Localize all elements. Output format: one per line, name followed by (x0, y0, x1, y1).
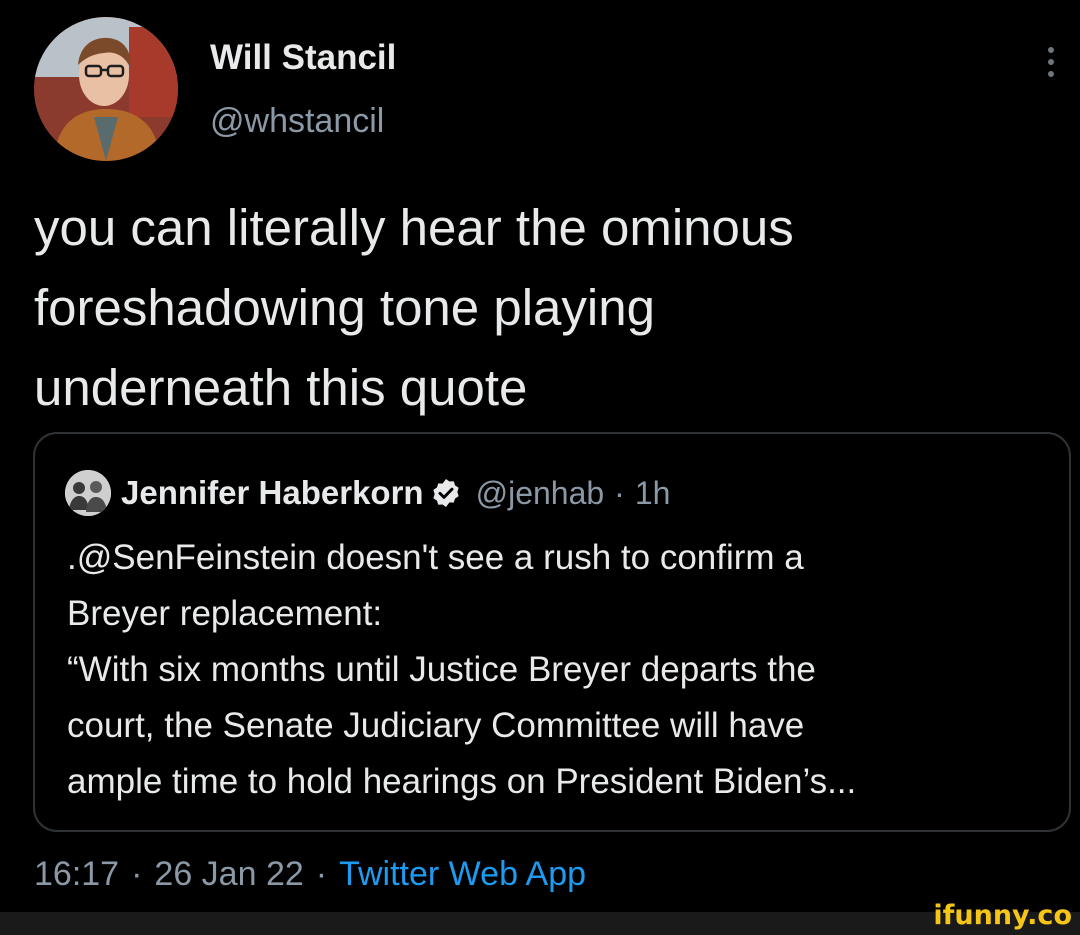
quoted-author-avatar[interactable] (65, 470, 111, 516)
watermark-bar (0, 912, 1080, 935)
tweet-time[interactable]: 16:17 (34, 855, 119, 894)
tweet-text: you can literally hear the ominous fores… (34, 199, 794, 416)
author-display-name[interactable]: Will Stancil (210, 38, 396, 78)
quoted-author-display-name[interactable]: Jennifer Haberkorn (121, 474, 424, 512)
quoted-tweet-time[interactable]: 1h (635, 475, 671, 512)
watermark-logo: ifunny.co (933, 900, 1072, 931)
quoted-tweet-card[interactable]: Jennifer Haberkorn @jenhab · 1h .@SenFei… (33, 432, 1071, 832)
more-options-icon[interactable] (1036, 42, 1066, 82)
more-dot (1048, 71, 1054, 77)
quoted-author-handle[interactable]: @jenhab (476, 475, 605, 512)
more-dot (1048, 47, 1054, 53)
verified-badge-icon (430, 477, 462, 509)
tweet-meta: 16:17 · 26 Jan 22 · Twitter Web App (34, 855, 586, 894)
tweet: Will Stancil @whstancil you can literall… (0, 0, 1080, 912)
meta-separator: · (315, 855, 328, 893)
quoted-tweet-text: .@SenFeinstein doesn't see a rush to con… (67, 538, 857, 801)
profile-photo-icon (34, 17, 178, 161)
quoted-header-separator: · (614, 474, 625, 511)
tweet-source-link[interactable]: Twitter Web App (339, 855, 586, 894)
tweet-date[interactable]: 26 Jan 22 (154, 855, 303, 894)
profile-photo-icon (65, 470, 111, 516)
author-handle[interactable]: @whstancil (210, 102, 384, 141)
author-avatar[interactable] (34, 17, 178, 161)
more-dot (1048, 59, 1054, 65)
quoted-tweet-header: Jennifer Haberkorn @jenhab · 1h (65, 470, 670, 516)
meta-separator: · (131, 855, 143, 893)
